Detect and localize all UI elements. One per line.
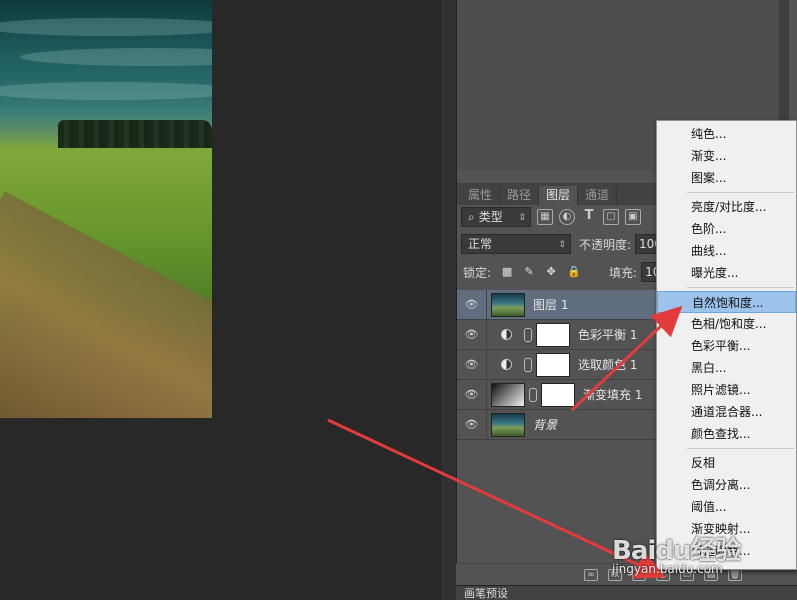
menu-item-hue-saturation[interactable]: 色相/饱和度... bbox=[657, 313, 796, 335]
tab-layers[interactable]: 图层 bbox=[539, 186, 579, 205]
brush-preset-panel-tab[interactable]: 画笔预设 bbox=[456, 585, 797, 600]
chevron-updown-icon: ⇕ bbox=[558, 240, 566, 250]
chevron-updown-icon: ⇕ bbox=[518, 213, 526, 223]
menu-item-channel-mixer[interactable]: 通道混合器... bbox=[657, 401, 796, 423]
tab-channels[interactable]: 通道 bbox=[578, 186, 618, 205]
menu-divider bbox=[687, 192, 794, 193]
shape-filter-icon[interactable]: ▢ bbox=[603, 209, 619, 225]
image-filter-icon[interactable]: ▦ bbox=[537, 209, 553, 225]
menu-item-color-lookup[interactable]: 颜色查找... bbox=[657, 423, 796, 445]
menu-item-pattern[interactable]: 图案... bbox=[657, 167, 796, 189]
new-adjustment-layer-menu: 纯色... 渐变... 图案... 亮度/对比度... 色阶... 曲线... … bbox=[656, 120, 797, 570]
lock-transparent-icon[interactable]: ▩ bbox=[501, 266, 513, 278]
lock-row: 锁定: ▩ ✎ ✥ 🔒 填充: 100 bbox=[461, 261, 672, 283]
menu-item-black-white[interactable]: 黑白... bbox=[657, 357, 796, 379]
search-icon: ⌕ bbox=[468, 210, 475, 224]
link-icon bbox=[524, 357, 532, 372]
menu-item-posterize[interactable]: 色调分离... bbox=[657, 474, 796, 496]
menu-item-color-balance[interactable]: 色彩平衡... bbox=[657, 335, 796, 357]
blend-mode-select[interactable]: 正常 ⇕ bbox=[461, 234, 571, 254]
lock-move-icon[interactable]: ✥ bbox=[545, 266, 557, 278]
layer-name: 渐变填充 1 bbox=[583, 388, 643, 402]
layer-filter-row: ⌕ 类型 ⇕ ▦ ◐ T ▢ ▣ bbox=[461, 206, 641, 228]
link-layers-icon[interactable]: ∞ bbox=[584, 568, 598, 581]
smart-object-filter-icon[interactable]: ▣ bbox=[625, 209, 641, 225]
photo-field-landscape bbox=[0, 0, 212, 418]
layer-mask-thumbnail bbox=[536, 322, 570, 347]
filter-type-label: 类型 bbox=[478, 210, 503, 224]
blend-mode-value: 正常 bbox=[468, 237, 493, 251]
fill-label: 填充: bbox=[609, 265, 638, 280]
delete-layer-icon[interactable]: 🗑 bbox=[728, 568, 742, 581]
menu-divider bbox=[687, 448, 794, 449]
menu-item-brightness-contrast[interactable]: 亮度/对比度... bbox=[657, 196, 796, 218]
text-filter-icon[interactable]: T bbox=[581, 209, 597, 225]
menu-item-exposure[interactable]: 曝光度... bbox=[657, 262, 796, 284]
document-canvas[interactable] bbox=[0, 0, 440, 600]
adjustment-layer-icon bbox=[501, 329, 512, 340]
menu-item-photo-filter[interactable]: 照片滤镜... bbox=[657, 379, 796, 401]
lock-paint-icon[interactable]: ✎ bbox=[523, 266, 535, 278]
watermark-url: jingyan.baidu.com bbox=[612, 562, 723, 576]
layer-name: 色彩平衡 1 bbox=[578, 328, 638, 342]
filter-type-select[interactable]: ⌕ 类型 ⇕ bbox=[461, 207, 531, 227]
layer-thumbnail bbox=[491, 292, 525, 317]
adjustment-filter-icon[interactable]: ◐ bbox=[559, 209, 575, 225]
lock-label: 锁定: bbox=[463, 265, 492, 280]
menu-divider bbox=[687, 287, 794, 288]
eye-icon[interactable]: 👁 bbox=[457, 409, 487, 440]
menu-item-threshold[interactable]: 阈值... bbox=[657, 496, 796, 518]
menu-item-curves[interactable]: 曲线... bbox=[657, 240, 796, 262]
tab-paths[interactable]: 路径 bbox=[500, 186, 540, 205]
adjustment-layer-icon bbox=[501, 359, 512, 370]
layer-name: 选取颜色 1 bbox=[578, 358, 638, 372]
tab-properties[interactable]: 属性 bbox=[461, 186, 501, 205]
menu-item-levels[interactable]: 色阶... bbox=[657, 218, 796, 240]
menu-item-vibrance[interactable]: 自然饱和度... bbox=[657, 291, 796, 313]
link-icon bbox=[529, 387, 537, 402]
layer-name: 背景 bbox=[533, 418, 558, 432]
layer-mask-thumbnail bbox=[541, 382, 575, 407]
layer-name: 图层 1 bbox=[533, 298, 569, 312]
opacity-label: 不透明度: bbox=[579, 237, 632, 252]
menu-item-gradient[interactable]: 渐变... bbox=[657, 145, 796, 167]
link-icon bbox=[524, 327, 532, 342]
layer-thumbnail bbox=[491, 412, 525, 437]
eye-icon[interactable]: 👁 bbox=[457, 349, 487, 380]
eye-icon[interactable]: 👁 bbox=[457, 319, 487, 350]
blend-row: 正常 ⇕ 不透明度: 100 bbox=[461, 233, 666, 255]
eye-icon[interactable]: 👁 bbox=[457, 379, 487, 410]
gradient-thumbnail bbox=[491, 382, 525, 407]
menu-item-invert[interactable]: 反相 bbox=[657, 452, 796, 474]
layer-mask-thumbnail bbox=[536, 352, 570, 377]
lock-all-icon[interactable]: 🔒 bbox=[567, 266, 581, 278]
menu-item-solid-color[interactable]: 纯色... bbox=[657, 123, 796, 145]
eye-icon[interactable]: 👁 bbox=[457, 289, 487, 320]
panel-divider[interactable] bbox=[440, 0, 456, 600]
